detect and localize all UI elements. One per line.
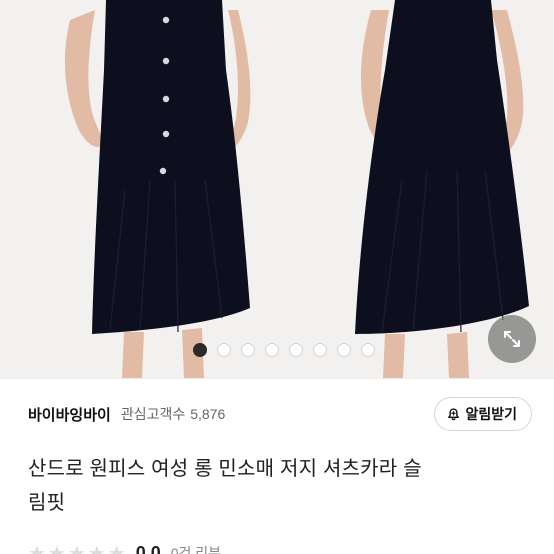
gallery-dot-8[interactable]	[361, 343, 375, 357]
product-title-line-2: 림핏	[28, 492, 66, 514]
gallery-pagination	[0, 343, 554, 357]
shop-info-row: 바이바잉바이 관심고객수 5,876 알림받기	[28, 396, 532, 432]
gallery-dot-2[interactable]	[217, 343, 231, 357]
product-title: 산드로 원피스 여성 롱 민소매 저지 셔츠카라 슬 림핏	[28, 452, 528, 520]
section-divider	[0, 378, 554, 379]
star-empty-icon: ★	[87, 541, 106, 554]
gallery-dot-6[interactable]	[313, 343, 327, 357]
star-empty-icon: ★	[28, 541, 46, 554]
alarm-subscribe-button[interactable]: 알림받기	[434, 397, 532, 431]
product-photo-front[interactable]	[0, 0, 277, 378]
star-empty-icon: ★	[107, 541, 126, 554]
gallery-dot-7[interactable]	[337, 343, 351, 357]
review-count-link[interactable]: 0건 리뷰	[171, 543, 221, 554]
alarm-button-label: 알림받기	[465, 406, 517, 422]
interest-label: 관심고객수	[120, 406, 186, 422]
interest-count: 5,876	[190, 406, 226, 422]
product-image-gallery[interactable]	[0, 0, 554, 378]
rating-value: 0.0	[135, 542, 161, 554]
bell-plus-icon	[448, 407, 460, 420]
gallery-dot-3[interactable]	[241, 343, 255, 357]
product-title-line-1: 산드로 원피스 여성 롱 민소매 저지 셔츠카라 슬	[28, 458, 422, 480]
star-empty-icon: ★	[47, 541, 66, 554]
expand-image-button[interactable]	[488, 315, 536, 363]
gallery-dot-4[interactable]	[265, 343, 279, 357]
expand-arrows-icon	[504, 331, 520, 347]
gallery-dot-1[interactable]	[193, 343, 207, 357]
shop-name[interactable]: 바이바잉바이	[28, 404, 111, 425]
gallery-dot-5[interactable]	[289, 343, 303, 357]
rating-row[interactable]: ★ ★ ★ ★ ★ 0.0 0건 리뷰	[28, 541, 221, 554]
star-empty-icon: ★	[67, 541, 86, 554]
